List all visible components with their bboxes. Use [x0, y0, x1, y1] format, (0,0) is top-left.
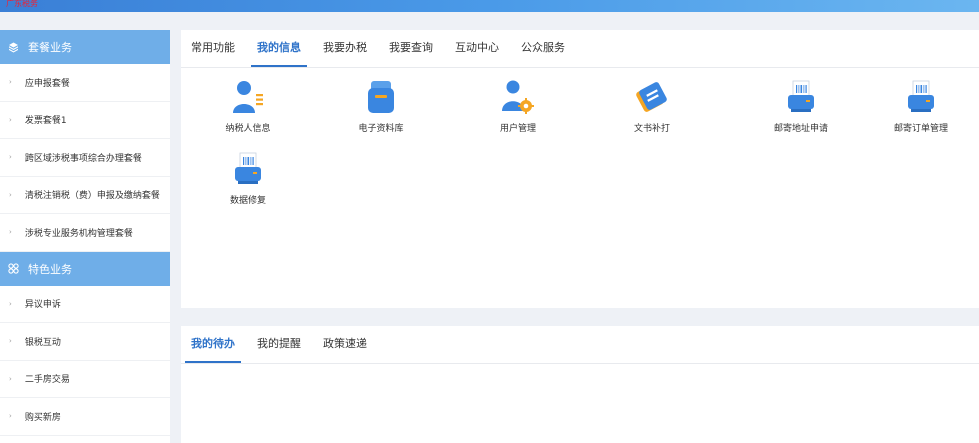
tile-electronic-archive[interactable]: 电子资料库 — [336, 79, 426, 134]
tab-interaction-center[interactable]: 互动中心 — [449, 39, 505, 67]
tab-public-service[interactable]: 公众服务 — [515, 39, 571, 67]
sidebar-section-title: 套餐业务 — [28, 41, 72, 54]
tile-label: 纳税人信息 — [225, 124, 271, 134]
bullet-icon: › — [9, 190, 12, 199]
tile-label: 邮寄订单管理 — [893, 124, 948, 134]
sidebar-item-objection[interactable]: › 异议申诉 — [0, 286, 170, 323]
sidebar-item-deregistration-package[interactable]: › 清税注销税（费）申报及缴纳套餐 — [0, 177, 170, 214]
user-management-icon — [502, 80, 534, 114]
tab-policy-express[interactable]: 政策速递 — [317, 335, 373, 363]
bullet-icon: › — [9, 115, 12, 124]
sidebar-item-bank-tax[interactable]: › 银税互动 — [0, 323, 170, 361]
data-repair-icon — [235, 152, 261, 184]
sidebar: 套餐业务 › 应申报套餐 › 发票套餐1 › 跨区域涉税事项综合办理套餐 › 清税注销税… — [0, 30, 170, 443]
mailing-address-icon — [788, 80, 814, 112]
bullet-icon: › — [9, 78, 12, 87]
electronic-archive-icon — [368, 81, 394, 113]
tab-query[interactable]: 我要查询 — [383, 39, 439, 67]
tab-my-todo[interactable]: 我的待办 — [185, 335, 241, 363]
document-reprint-icon — [636, 82, 667, 112]
sidebar-section-packages[interactable]: 套餐业务 — [0, 30, 170, 64]
sidebar-item-declaration-package[interactable]: › 应申报套餐 — [0, 64, 170, 102]
sidebar-item-cross-region-package[interactable]: › 跨区域涉税事项综合办理套餐 — [0, 139, 170, 177]
sidebar-item-second-hand-house[interactable]: › 二手房交易 — [0, 361, 170, 398]
sidebar-item-invoice-package[interactable]: › 发票套餐1 — [0, 102, 170, 139]
bullet-icon: › — [9, 228, 12, 237]
main-panel: 常用功能 我的信息 我要办税 我要查询 互动中心 公众服务 纳税人信息 电子资料… — [181, 30, 979, 308]
todo-panel: 我的待办 我的提醒 政策速递 — [181, 326, 979, 443]
bullet-icon: › — [9, 337, 12, 346]
tab-my-info[interactable]: 我的信息 — [251, 39, 307, 67]
tile-label: 数据修复 — [229, 196, 266, 206]
bullet-icon: › — [9, 412, 12, 421]
tile-user-management[interactable]: 用户管理 — [473, 79, 563, 134]
bullet-icon: › — [9, 153, 12, 162]
sidebar-section-featured[interactable]: 特色业务 — [0, 251, 170, 286]
sidebar-item-new-house[interactable]: › 购买新房 — [0, 398, 170, 436]
tile-mail-order-management[interactable]: 邮寄订单管理 — [876, 79, 966, 134]
sidebar-section-title: 特色业务 — [28, 262, 72, 276]
tab-tax-handling[interactable]: 我要办税 — [317, 39, 373, 67]
sidebar-item-tax-agency-package[interactable]: › 涉税专业服务机构管理套餐 — [0, 214, 170, 252]
bullet-icon: › — [9, 299, 12, 308]
tile-taxpayer-info[interactable]: 纳税人信息 — [203, 79, 293, 134]
top-banner: 广东税务 — [0, 0, 979, 12]
tab-common-functions[interactable]: 常用功能 — [185, 39, 241, 67]
todo-tab-bar: 我的待办 我的提醒 政策速递 — [181, 326, 979, 364]
mail-order-icon — [908, 80, 934, 112]
taxpayer-info-icon — [233, 81, 263, 113]
tile-document-reprint[interactable]: 文书补打 — [607, 79, 697, 134]
bullet-icon: › — [9, 374, 12, 383]
grid-icon — [6, 263, 20, 274]
tile-label: 邮寄地址申请 — [773, 124, 828, 134]
brand-text: 广东税务 — [6, 0, 38, 8]
tile-label: 文书补打 — [633, 124, 670, 134]
main-tab-bar: 常用功能 我的信息 我要办税 我要查询 互动中心 公众服务 — [181, 30, 979, 68]
tile-label: 电子资料库 — [358, 124, 404, 134]
tile-data-repair[interactable]: 数据修复 — [203, 151, 293, 206]
tile-mailing-address[interactable]: 邮寄地址申请 — [756, 79, 846, 134]
tab-my-reminders[interactable]: 我的提醒 — [251, 335, 307, 363]
tile-label: 用户管理 — [499, 124, 536, 134]
cube-icon — [6, 42, 20, 53]
